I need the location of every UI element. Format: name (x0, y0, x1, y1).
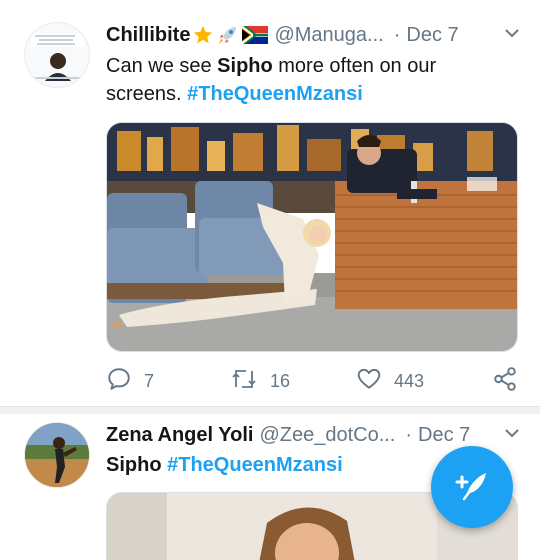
chevron-down-icon[interactable] (504, 24, 520, 47)
avatar[interactable] (24, 422, 90, 488)
hashtag-link[interactable]: #TheQueenMzansi (187, 83, 363, 105)
separator-dot: · (405, 423, 413, 446)
south-africa-flag-icon (242, 26, 269, 44)
compose-tweet-button[interactable] (431, 446, 513, 528)
tweet-date[interactable]: Dec 7 (418, 424, 470, 447)
retweet-button[interactable]: 16 (230, 366, 290, 397)
reply-icon (106, 366, 144, 397)
share-button[interactable] (492, 366, 530, 397)
tweet-text-part: Can we see (106, 55, 218, 77)
retweet-count: 16 (270, 371, 291, 391)
chevron-down-icon[interactable] (504, 424, 520, 447)
tweet-header: Chillibite @Manuga... · Dec 7 (106, 22, 520, 48)
display-name[interactable]: Chillibite (106, 24, 190, 47)
tweet-text-bold: Sipho (106, 454, 162, 476)
tweet-actions: 7 16 443 (106, 366, 518, 394)
tweet-header: Zena Angel Yoli @Zee_dotCo... · Dec 7 (106, 422, 520, 448)
share-icon (492, 366, 530, 397)
compose-tweet-icon (452, 465, 492, 510)
tweet-text-bold: Sipho (217, 55, 273, 77)
tweet-text: Can we see Sipho more often on our scree… (106, 52, 516, 108)
avatar[interactable] (24, 22, 90, 88)
tweet-1[interactable]: Chillibite @Manuga... · Dec 7 Can we see… (0, 0, 540, 407)
display-name[interactable]: Zena Angel Yoli (106, 424, 253, 447)
heart-icon (356, 366, 394, 397)
rocket-icon (216, 23, 240, 47)
tweet-date[interactable]: Dec 7 (406, 24, 458, 47)
retweet-icon (230, 366, 270, 397)
user-handle[interactable]: @Zee_dotCo... (259, 424, 395, 447)
separator-dot: · (393, 23, 401, 46)
reply-button[interactable]: 7 (106, 366, 154, 397)
like-count: 443 (394, 371, 425, 391)
star-icon (192, 24, 214, 46)
reply-count: 7 (144, 371, 155, 391)
tweet-media-image[interactable] (106, 122, 518, 352)
user-handle[interactable]: @Manuga... (274, 24, 383, 47)
hashtag-link[interactable]: #TheQueenMzansi (167, 454, 343, 476)
like-button[interactable]: 443 (356, 366, 424, 397)
tweet-divider (0, 406, 540, 414)
